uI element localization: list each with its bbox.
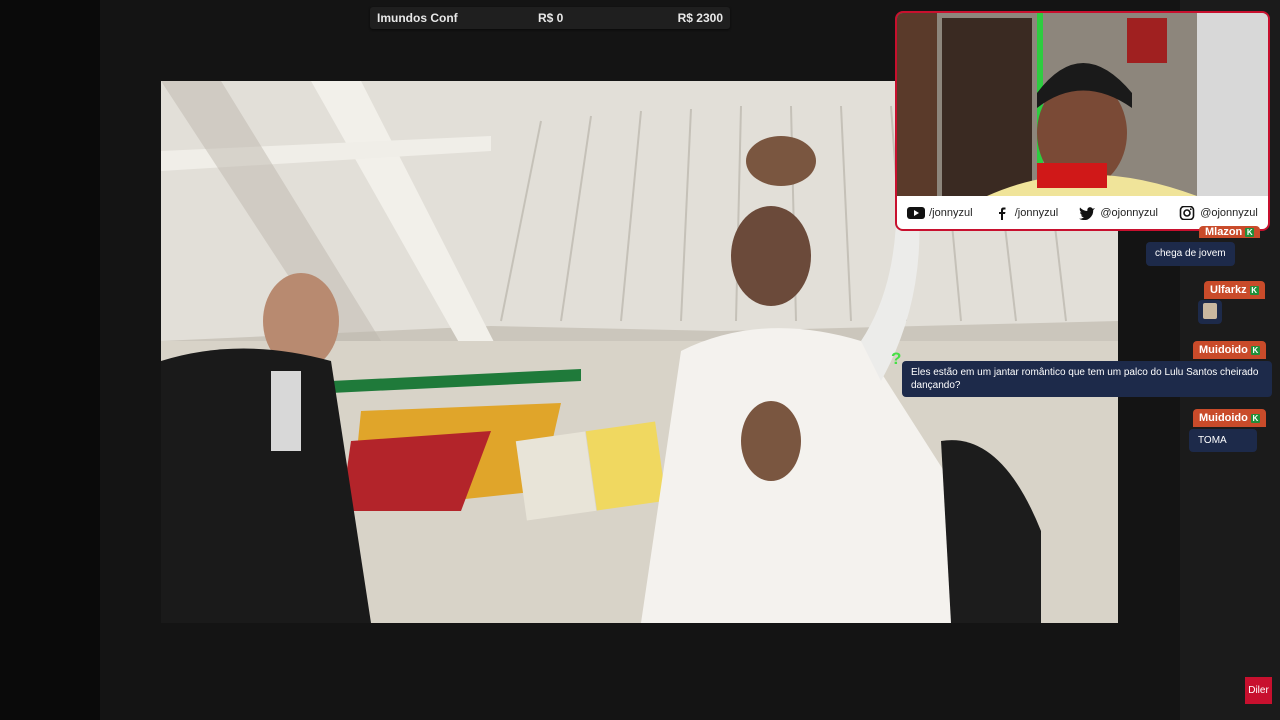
chat-username-text: Ulfarkz [1210, 284, 1247, 296]
chat-badge-icon: K [1250, 345, 1260, 355]
corner-logo-badge: Diler [1245, 677, 1272, 704]
chat-badge-icon: K [1250, 413, 1260, 423]
chat-message: TOMA [1189, 429, 1257, 452]
chat-message: chega de jovem [1146, 242, 1235, 266]
goal-title: Imundos Conf [377, 11, 458, 25]
goal-current-amount: R$ 0 [538, 11, 564, 25]
social-twitter[interactable]: @ojonnyzul [1078, 206, 1158, 220]
chat-username[interactable]: Muidoido K [1193, 409, 1266, 427]
chat-username[interactable]: Ulfarkz K [1204, 281, 1265, 299]
chat-message-emote [1198, 300, 1222, 324]
chat-username-text: Muidoido [1199, 344, 1248, 356]
chat-message-text: chega de jovem [1155, 248, 1226, 259]
chat-badge-icon: K [1245, 227, 1255, 237]
question-icon: ? [891, 349, 902, 368]
social-facebook[interactable]: /jonnyzul [993, 206, 1058, 220]
youtube-icon [907, 206, 926, 219]
chat-username-text: Mlazon [1205, 226, 1243, 238]
chat-message: Eles estão em um jantar romântico que te… [902, 361, 1272, 397]
goal-target-amount: R$ 2300 [677, 11, 723, 25]
social-youtube[interactable]: /jonnyzul [907, 206, 973, 220]
emote-icon [1203, 303, 1217, 319]
facebook-handle: /jonnyzul [1014, 206, 1059, 219]
left-background [0, 0, 100, 720]
donation-goal-bar: Imundos Conf R$ 0 R$ 2300 [370, 7, 730, 29]
webcam-overlay: /jonnyzul /jonnyzul @ojonnyzul @ojonnyzu… [895, 11, 1270, 231]
instagram-handle: @ojonnyzul [1200, 206, 1258, 219]
twitter-icon [1079, 206, 1096, 220]
chat-message-text: TOMA [1198, 435, 1227, 446]
youtube-handle: /jonnyzul [929, 206, 973, 219]
facebook-icon [998, 207, 1006, 220]
chat-username[interactable]: Mlazon K [1199, 226, 1261, 238]
chat-username[interactable]: Muidoido K [1193, 341, 1266, 359]
social-links-bar: /jonnyzul /jonnyzul @ojonnyzul @ojonnyzu… [897, 196, 1268, 229]
twitter-handle: @ojonnyzul [1100, 206, 1158, 219]
chat-username-text: Muidoido [1199, 412, 1248, 424]
chat-message-text: Eles estão em um jantar romântico que te… [911, 367, 1259, 391]
webcam-feed [897, 13, 1268, 196]
social-instagram[interactable]: @ojonnyzul [1178, 205, 1258, 220]
chat-badge-icon: K [1249, 285, 1259, 295]
instagram-icon [1179, 205, 1195, 220]
